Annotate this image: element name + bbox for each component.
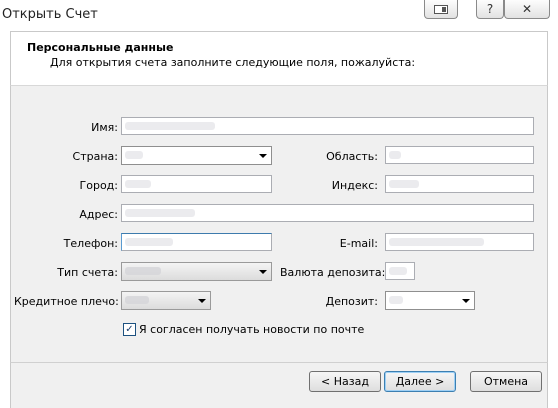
email-label: E-mail: (339, 237, 378, 250)
country-label: Страна: (72, 150, 118, 163)
country-select[interactable] (121, 146, 272, 165)
chevron-down-icon (462, 299, 470, 303)
region-field[interactable] (385, 146, 534, 164)
region-label: Область: (326, 150, 378, 163)
phone-value (125, 238, 173, 246)
help-button[interactable]: ? (476, 0, 504, 19)
footer-panel (10, 362, 548, 408)
city-field[interactable] (121, 175, 272, 193)
close-button[interactable]: ✕ (504, 0, 550, 19)
currency-field[interactable] (385, 262, 415, 280)
phone-label: Телефон: (63, 237, 118, 250)
zip-value (389, 180, 419, 188)
deposit-label: Депозит: (325, 295, 378, 308)
cancel-button[interactable]: Отмена (470, 371, 542, 392)
title-bar: Открыть Счет ? ✕ (0, 0, 558, 30)
address-value (125, 209, 195, 217)
section-subtitle: Для открытия счета заполните следующие п… (50, 56, 416, 69)
address-field[interactable] (121, 204, 534, 222)
leverage-select[interactable] (121, 291, 211, 310)
currency-label: Валюта депозита: (280, 266, 386, 279)
email-field[interactable] (385, 233, 534, 251)
checkmark-icon: ✓ (125, 323, 134, 335)
name-value (125, 122, 215, 130)
window-mode-button[interactable] (424, 0, 458, 19)
city-label: Город: (79, 179, 118, 192)
chevron-down-icon (198, 299, 206, 303)
phone-field[interactable] (121, 233, 272, 251)
leverage-label: Кредитное плечо: (14, 295, 119, 308)
country-value (125, 151, 143, 159)
deposit-value (389, 296, 403, 304)
region-value (389, 151, 401, 159)
chevron-down-icon (259, 154, 267, 158)
name-label: Имя: (91, 121, 118, 134)
zip-field[interactable] (385, 175, 534, 193)
email-value (389, 238, 484, 246)
next-button[interactable]: Далее > (384, 371, 456, 392)
deposit-select[interactable] (385, 291, 475, 310)
section-title: Персональные данные (27, 41, 174, 54)
back-button[interactable]: < Назад (309, 371, 381, 392)
leverage-value (125, 296, 149, 304)
newsletter-checkbox[interactable]: ✓ (123, 323, 136, 336)
account-type-select[interactable] (121, 262, 272, 281)
currency-value (389, 267, 407, 275)
address-label: Адрес: (79, 208, 118, 221)
window-title: Открыть Счет (2, 7, 98, 22)
header-panel: Персональные данные Для открытия счета з… (10, 31, 548, 86)
account-type-value (125, 267, 161, 275)
name-field[interactable] (121, 117, 534, 135)
window-mode-icon (434, 4, 448, 14)
newsletter-label[interactable]: Я согласен получать новости по почте (139, 323, 364, 336)
chevron-down-icon (259, 270, 267, 274)
zip-label: Индекс: (331, 179, 378, 192)
city-value (125, 180, 151, 188)
account-type-label: Тип счета: (57, 266, 118, 279)
